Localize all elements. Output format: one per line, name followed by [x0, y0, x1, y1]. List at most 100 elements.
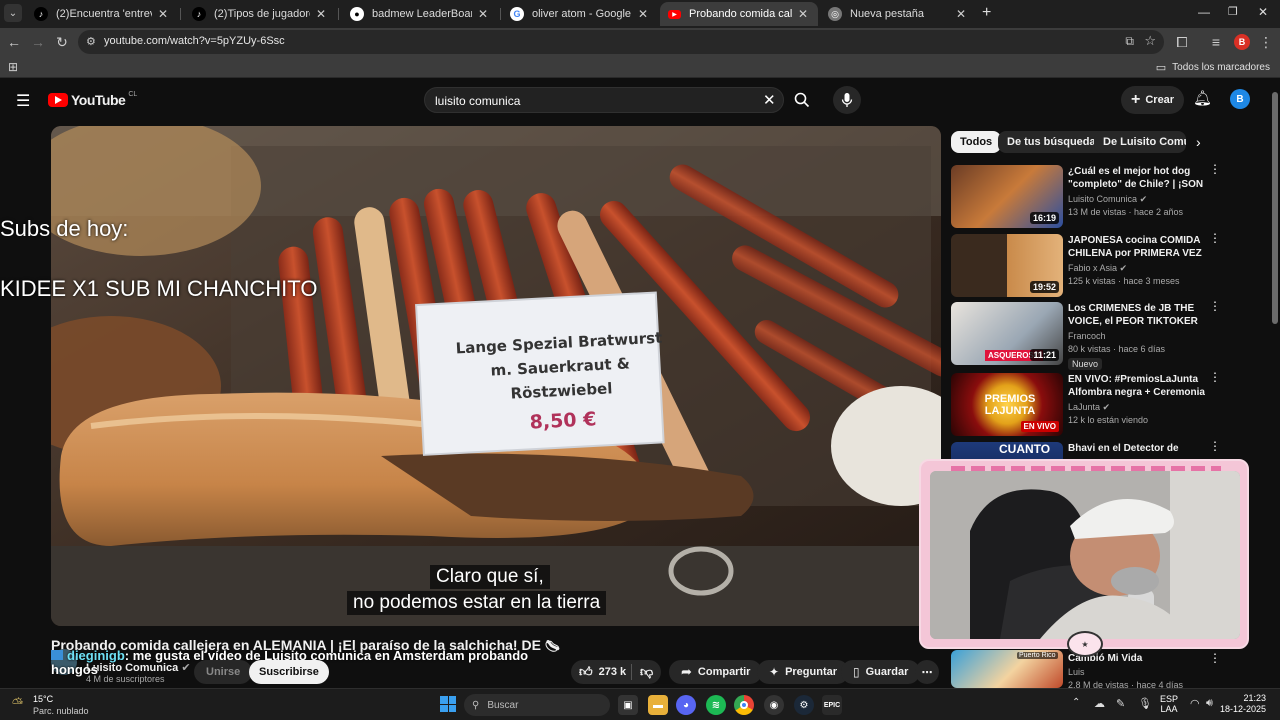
ask-button[interactable]: ✦ Preguntar: [757, 660, 850, 684]
voice-search-button[interactable]: [833, 86, 861, 114]
tab-2[interactable]: ● badmew LeaderBoard | The be ✕: [342, 2, 498, 26]
apps-grid-icon[interactable]: ⊞: [8, 60, 18, 74]
video-player[interactable]: Lange Spezial Bratwurst m. Sauerkraut & …: [51, 126, 941, 626]
notifications-bell-icon[interactable]: 🔔︎: [1193, 89, 1212, 107]
share-button[interactable]: ➦ Compartir: [669, 660, 763, 684]
tab-3[interactable]: G oliver atom - Google Search ✕: [502, 2, 658, 26]
more-actions-icon[interactable]: ⋮: [1209, 440, 1221, 452]
video-thumbnail[interactable]: 19:52: [951, 234, 1063, 297]
tab-5[interactable]: ◎ Nueva pestaña ✕: [820, 2, 976, 26]
weather-temperature[interactable]: 15°C: [33, 694, 53, 704]
taskbar-search-box[interactable]: ⚲ Buscar: [464, 694, 610, 716]
video-title[interactable]: Bhavi en el Detector de: [1068, 442, 1208, 455]
input-language-indicator[interactable]: ESP LAA: [1160, 694, 1178, 714]
address-bar[interactable]: ⚙ youtube.com/watch?v=5pYZUy-6Ssc ⧉ ☆: [78, 30, 1164, 54]
youtube-logo[interactable]: YouTube CL: [48, 91, 137, 108]
media-controls-icon[interactable]: ≡: [1206, 32, 1226, 52]
video-thumbnail[interactable]: 16:19: [951, 165, 1063, 228]
microphone-tray-icon[interactable]: 🎙︎: [1138, 697, 1152, 710]
discord-icon[interactable]: ◕: [676, 695, 696, 715]
close-icon[interactable]: ✕: [476, 7, 490, 21]
search-input[interactable]: luisito comunica ✕: [424, 87, 784, 113]
forward-icon[interactable]: →: [28, 32, 48, 52]
video-title[interactable]: EN VIVO: #PremiosLaJunta Alfombra negra …: [1068, 373, 1208, 399]
tray-app-icon[interactable]: ☁: [1094, 697, 1105, 710]
video-title[interactable]: Los CRIMENES de JB THE VOICE, el PEOR TI…: [1068, 302, 1208, 328]
new-tab-button[interactable]: +: [982, 4, 991, 22]
channel-name[interactable]: Luis: [1068, 667, 1085, 677]
tab-search-chevron-icon[interactable]: ⌄: [4, 4, 22, 22]
like-button[interactable]: 👍︎ 273 k: [571, 664, 631, 680]
close-icon[interactable]: ✕: [796, 7, 810, 21]
more-actions-icon[interactable]: ⋮: [1209, 300, 1221, 312]
epic-games-icon[interactable]: EPIC: [822, 695, 842, 715]
weather-description[interactable]: Parc. nublado: [33, 706, 89, 716]
more-actions-icon[interactable]: ⋮: [1209, 163, 1221, 175]
more-actions-icon[interactable]: ⋮: [1209, 371, 1221, 383]
chrome-taskbar-icon[interactable]: [734, 695, 754, 715]
more-actions-icon[interactable]: ⋮: [1209, 232, 1221, 244]
task-view-icon[interactable]: ▣: [618, 695, 638, 715]
chips-next-chevron-icon[interactable]: ›: [1196, 134, 1201, 150]
weather-cloud-sun-icon[interactable]: ⛅︎: [12, 695, 23, 712]
page-scrollbar-thumb[interactable]: [1272, 92, 1278, 324]
video-thumbnail[interactable]: PREMIOS LAJUNTA EN VIVO: [951, 373, 1063, 436]
close-icon[interactable]: ✕: [156, 7, 170, 21]
window-close-icon[interactable]: ✕: [1258, 5, 1268, 19]
search-button[interactable]: [788, 86, 816, 114]
volume-icon[interactable]: 🔊︎: [1206, 697, 1213, 710]
minimize-icon[interactable]: —: [1198, 5, 1210, 19]
more-actions-button[interactable]: ⋯: [915, 660, 939, 684]
clock[interactable]: 21:23 18-12-2025: [1220, 693, 1266, 715]
account-avatar[interactable]: B: [1230, 89, 1250, 109]
channel-name[interactable]: Fabio x Asia ✔: [1068, 263, 1127, 274]
channel-name[interactable]: Francoch: [1068, 331, 1106, 341]
bookmark-star-icon[interactable]: ☆: [1144, 33, 1156, 49]
duration-badge: 19:52: [1029, 281, 1059, 293]
close-icon[interactable]: ✕: [314, 7, 328, 21]
hamburger-menu-icon[interactable]: ☰: [16, 91, 30, 111]
more-actions-icon[interactable]: ⋮: [1209, 652, 1221, 664]
subscribe-button[interactable]: Suscribirse: [249, 660, 329, 684]
channel-name[interactable]: LaJunta ✔: [1068, 402, 1110, 413]
cast-icon[interactable]: ⧉: [1125, 34, 1134, 49]
save-button[interactable]: ▯ Guardar: [841, 660, 921, 684]
video-title[interactable]: ¿Cuál es el mejor hot dog "completo" de …: [1068, 165, 1208, 191]
all-bookmarks-button[interactable]: ▭ Todos los marcadores: [1156, 61, 1270, 74]
recommendation-item[interactable]: PREMIOS LAJUNTA EN VIVO EN VIVO: #Premio…: [951, 371, 1226, 437]
menu-kebab-icon[interactable]: ⋮: [1256, 32, 1276, 52]
profile-avatar[interactable]: B: [1234, 34, 1250, 50]
file-explorer-icon[interactable]: ▬: [648, 695, 668, 715]
clear-search-icon[interactable]: ✕: [763, 91, 776, 109]
recommendation-item[interactable]: 16:19 ¿Cuál es el mejor hot dog "complet…: [951, 163, 1226, 229]
windows-start-icon[interactable]: [440, 696, 456, 712]
video-thumbnail[interactable]: ASQUEROSO 11:21: [951, 302, 1063, 365]
youtube-play-icon: [48, 93, 68, 107]
wifi-icon[interactable]: ◠: [1190, 697, 1200, 710]
recommendation-item[interactable]: 19:52 JAPONESA cocina COMIDA CHILENA por…: [951, 232, 1226, 298]
restore-icon[interactable]: ❐: [1228, 5, 1238, 18]
channel-name[interactable]: Luisito Comunica ✔: [1068, 194, 1147, 205]
spotify-icon[interactable]: ≋: [706, 695, 726, 715]
join-button[interactable]: Unirse: [194, 660, 253, 684]
video-thumbnail[interactable]: Puerto Rico: [951, 650, 1063, 688]
reload-icon[interactable]: ↻: [52, 32, 72, 52]
close-icon[interactable]: ✕: [954, 7, 968, 21]
tab-4-active[interactable]: ▶ Probando comida callejera en A ✕: [660, 2, 818, 26]
site-info-icon[interactable]: ⚙: [86, 35, 96, 48]
chip-all[interactable]: Todos: [951, 131, 1002, 153]
thumbs-down-icon[interactable]: 👎︎: [632, 664, 653, 680]
tab-1[interactable]: ♪ (2)Tipos de jugadores de fútbol ✕: [184, 2, 336, 26]
chip-from-channel[interactable]: De Luisito Comunic: [1094, 131, 1186, 153]
tab-0[interactable]: ♪ (2)Encuentra 'entrevista feria o ✕: [26, 2, 178, 26]
back-icon[interactable]: ←: [4, 32, 24, 52]
create-button[interactable]: + Crear: [1121, 86, 1185, 114]
extensions-icon[interactable]: ⧠: [1172, 32, 1192, 52]
obs-icon[interactable]: ◉: [764, 695, 784, 715]
tray-overflow-chevron-icon[interactable]: ⌃: [1072, 697, 1080, 708]
close-icon[interactable]: ✕: [636, 7, 650, 21]
tray-app-icon-2[interactable]: ✎: [1116, 697, 1125, 710]
recommendation-item[interactable]: ASQUEROSO 11:21 Los CRIMENES de JB THE V…: [951, 300, 1226, 370]
video-title[interactable]: JAPONESA cocina COMIDA CHILENA por PRIME…: [1068, 234, 1208, 260]
steam-icon[interactable]: ⚙: [794, 695, 814, 715]
